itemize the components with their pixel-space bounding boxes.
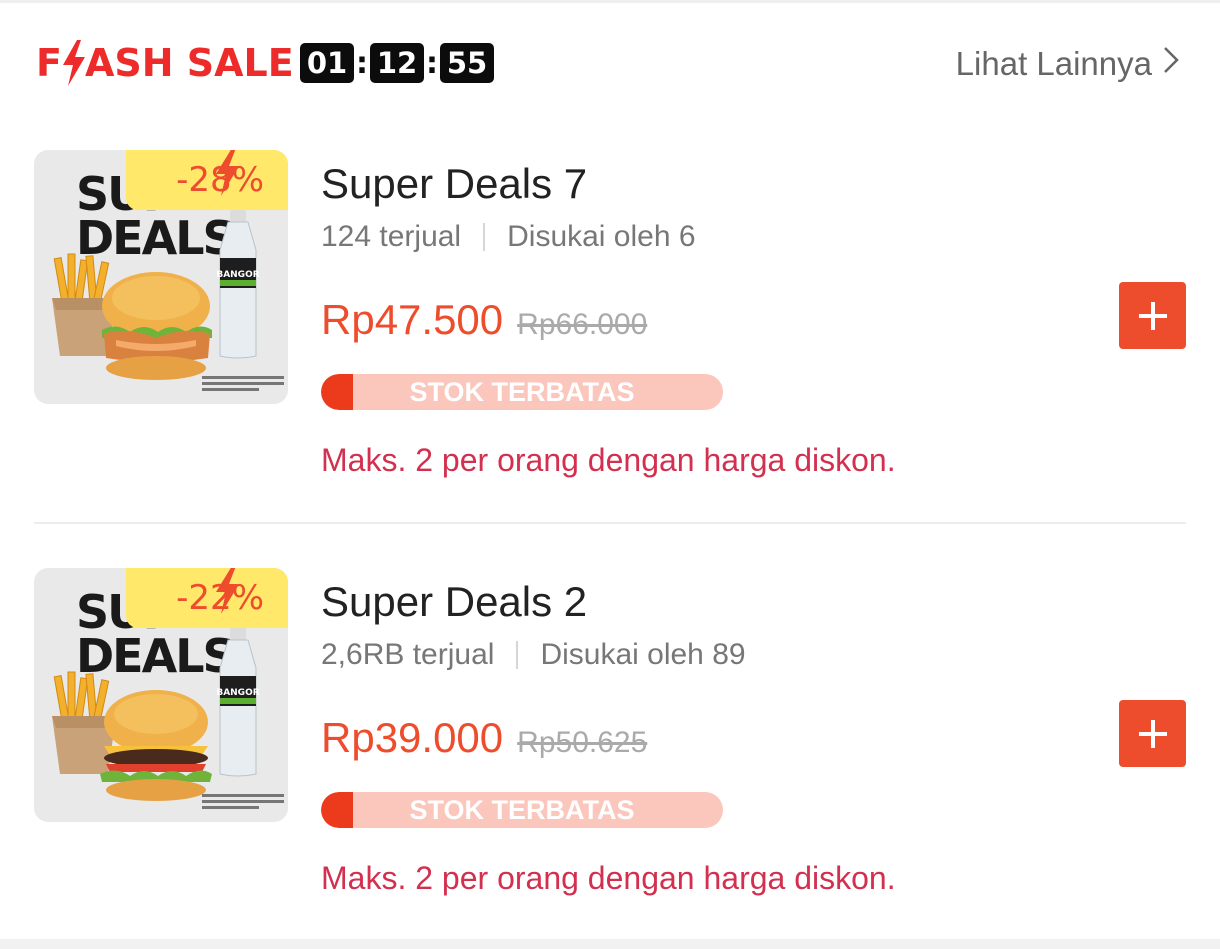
lightning-bolt-icon [216,150,239,196]
see-more-link[interactable]: Lihat Lainnya [956,44,1180,84]
countdown-timer: 01 : 12 : 55 [300,43,494,83]
svg-text:BANGOR: BANGOR [216,688,259,698]
product-card[interactable]: SUPER DEALS BANGOR [0,150,1220,530]
original-price: Rp66.000 [517,308,648,341]
original-price: Rp50.625 [517,726,648,759]
stock-progress-bar: STOK TERBATAS [321,374,723,410]
flash-sale-title-prefix: F [36,41,62,85]
svg-text:BANGOR: BANGOR [216,270,259,280]
meta-divider [483,223,486,251]
flash-sale-title: F ASH SALE [36,38,294,88]
sale-price: Rp39.000 [321,714,504,761]
timer-hours: 01 [300,43,354,83]
plus-icon [1138,719,1167,748]
stock-label: STOK TERBATAS [409,377,635,407]
see-more-label: Lihat Lainnya [955,45,1152,82]
chevron-right-icon [1162,45,1180,83]
timer-separator: : [356,45,368,81]
meta-divider [516,641,519,669]
lightning-bolt-icon [60,38,88,88]
water-bottle-illustration: BANGOR [216,628,260,777]
stock-label: STOK TERBATAS [409,795,635,825]
sold-count: 124 terjual [321,220,462,253]
stock-progress-bar: STOK TERBATAS [321,792,723,828]
purchase-limit-note: Maks. 2 per orang dengan harga diskon. [321,860,896,896]
add-to-cart-button[interactable] [1119,282,1186,349]
bottom-divider [0,939,1220,949]
product-meta: 124 terjual Disukai oleh 6 [321,220,696,254]
product-meta: 2,6RB terjual Disukai oleh 89 [321,638,746,672]
water-bottle-illustration: BANGOR [216,210,260,359]
product-name[interactable]: Super Deals 7 [321,160,587,208]
timer-separator: : [426,45,438,81]
flash-sale-title-suffix: ASH SALE [84,41,294,85]
product-card[interactable]: SUPER DEALS BAN [0,568,1220,948]
lightning-bolt-icon [216,568,239,614]
image-fineprint [202,376,284,391]
purchase-limit-note: Maks. 2 per orang dengan harga diskon. [321,442,896,478]
flash-sale-header: F ASH SALE 01 : 12 : 55 Lihat Lainnya [0,0,1220,120]
discount-badge: -22% [126,568,288,628]
sold-count: 2,6RB terjual [321,638,495,671]
image-fineprint [202,794,284,809]
timer-minutes: 12 [370,43,424,83]
plus-icon [1138,301,1167,330]
price-row: Rp47.500 Rp66.000 [321,296,647,344]
product-image[interactable]: SUPER DEALS BAN [34,568,288,822]
chicken-burger-illustration [102,272,212,380]
timer-seconds: 55 [440,43,494,83]
sale-price: Rp47.500 [321,296,504,343]
beef-burger-illustration [100,690,212,801]
discount-badge: -28% [126,150,288,210]
product-name[interactable]: Super Deals 2 [321,578,587,626]
row-divider [34,522,1186,524]
product-image[interactable]: SUPER DEALS BANGOR [34,150,288,404]
like-count: Disukai oleh 6 [507,220,696,253]
add-to-cart-button[interactable] [1119,700,1186,767]
like-count: Disukai oleh 89 [540,638,746,671]
price-row: Rp39.000 Rp50.625 [321,714,647,762]
